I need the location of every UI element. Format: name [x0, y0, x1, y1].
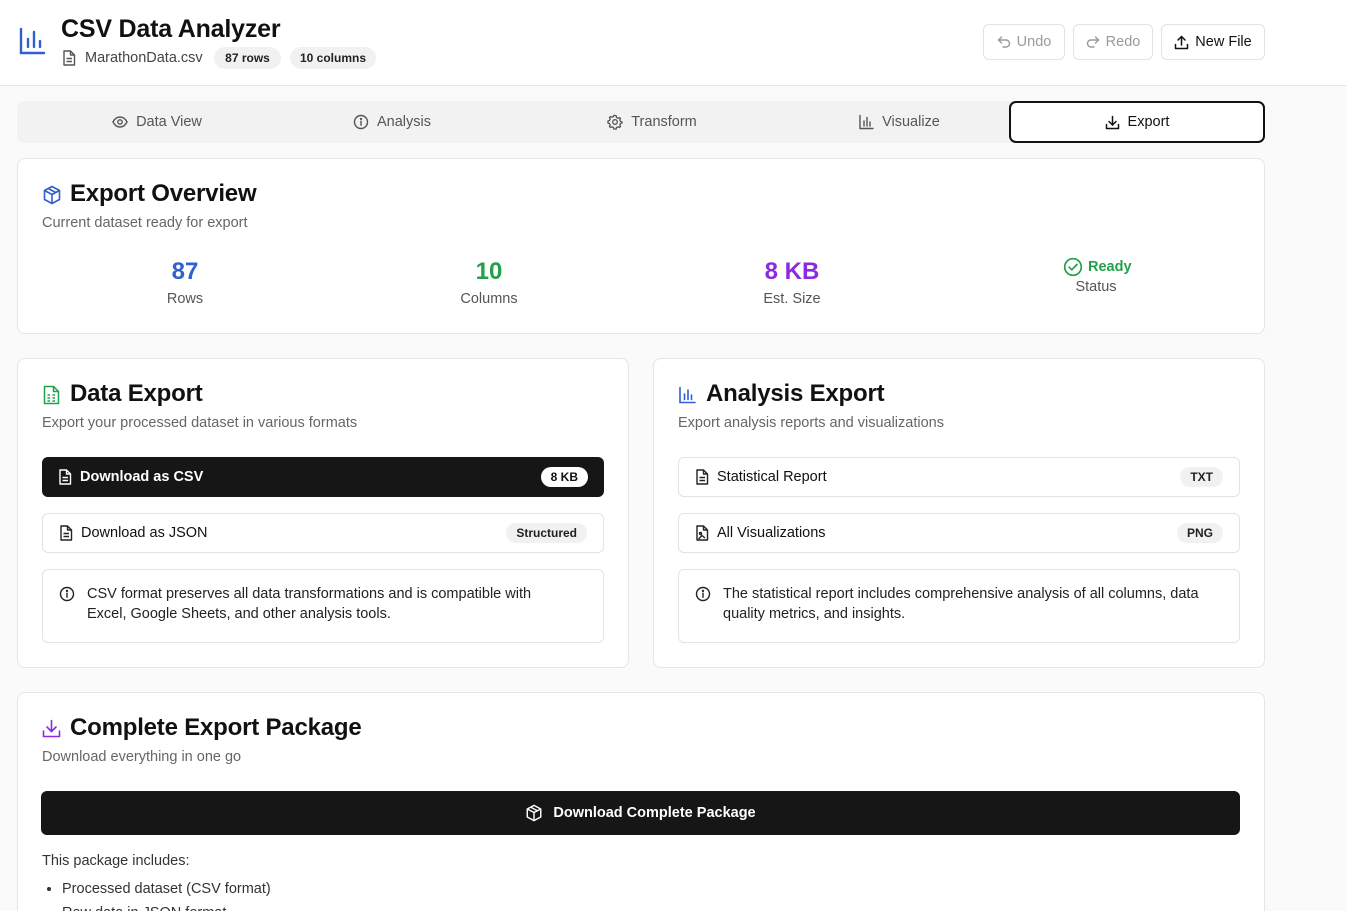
file-icon [62, 50, 76, 66]
tab-visualize[interactable]: Visualize [773, 101, 1025, 143]
bar-chart-icon [678, 386, 696, 404]
export-overview-subtitle: Current dataset ready for export [42, 215, 248, 231]
tab-analysis[interactable]: Analysis [283, 101, 501, 143]
tab-export[interactable]: Export [1009, 101, 1265, 143]
bar-chart-icon [18, 26, 46, 56]
analysis-export-subtitle: Export analysis reports and visualizatio… [678, 415, 944, 431]
tab-label: Visualize [882, 114, 940, 130]
report-info-note: The statistical report includes comprehe… [678, 569, 1240, 643]
all-visualizations-label: All Visualizations [717, 525, 826, 541]
viz-format-badge: PNG [1176, 523, 1223, 543]
status-value: Ready [1088, 259, 1132, 275]
file-icon [695, 469, 709, 485]
new-file-button[interactable]: New File [1161, 24, 1265, 60]
package-icon [42, 185, 62, 205]
new-file-label: New File [1195, 34, 1252, 50]
columns-badge: 10 columns [290, 47, 376, 69]
rows-badge: 87 rows [214, 47, 281, 69]
info-icon [695, 586, 711, 602]
tab-label: Export [1127, 114, 1170, 130]
rows-stat-value: 87 [171, 258, 199, 285]
spreadsheet-icon [43, 385, 60, 405]
complete-package-subtitle: Download everything in one go [42, 749, 242, 765]
package-icon [525, 804, 543, 822]
csv-size-badge: 8 KB [540, 467, 588, 487]
eye-icon [112, 116, 128, 128]
download-complete-package-button[interactable]: Download Complete Package [41, 791, 1240, 835]
download-csv-label: Download as CSV [80, 469, 204, 485]
list-item: Raw data in JSON format [62, 901, 271, 911]
redo-button[interactable]: Redo [1073, 24, 1153, 60]
download-icon [1105, 115, 1120, 130]
report-info-line-1: The statistical report includes comprehe… [723, 586, 1199, 602]
data-export-subtitle: Export your processed dataset in various… [42, 415, 358, 431]
columns-stat-value: 10 [475, 258, 503, 285]
download-json-label: Download as JSON [81, 525, 208, 541]
redo-label: Redo [1105, 34, 1141, 50]
complete-package-title: Complete Export Package [70, 714, 362, 741]
download-icon [42, 719, 61, 738]
all-visualizations-button[interactable]: All Visualizations PNG [678, 513, 1240, 553]
undo-button[interactable]: Undo [983, 24, 1065, 60]
bar-chart-icon [858, 114, 874, 130]
report-format-badge: TXT [1180, 467, 1223, 487]
check-circle-icon [1063, 257, 1083, 277]
redo-icon [1086, 35, 1100, 49]
tab-transform[interactable]: Transform [520, 101, 784, 143]
csv-info-note: CSV format preserves all data transforma… [42, 569, 604, 643]
size-stat-label: Est. Size [763, 291, 821, 307]
undo-label: Undo [1016, 34, 1052, 50]
csv-info-line-2: Excel, Google Sheets, and other analysis… [87, 606, 391, 622]
download-csv-button[interactable]: Download as CSV 8 KB [42, 457, 604, 497]
status-label: Status [1075, 279, 1117, 295]
tab-label: Transform [631, 114, 697, 130]
data-export-title: Data Export [70, 380, 203, 407]
statistical-report-label: Statistical Report [717, 469, 827, 485]
tab-data-view[interactable]: Data View [31, 101, 283, 143]
image-file-icon [695, 525, 709, 541]
gear-icon [607, 114, 623, 130]
report-info-line-2: quality metrics, and insights. [723, 606, 906, 622]
app-title: CSV Data Analyzer [61, 15, 281, 43]
rows-stat-label: Rows [166, 291, 204, 307]
export-overview-title: Export Overview [70, 180, 257, 207]
size-stat-value: 8 KB [764, 258, 820, 285]
csv-info-line-1: CSV format preserves all data transforma… [87, 586, 532, 602]
package-includes-list: Processed dataset (CSV format) Raw data … [42, 877, 271, 911]
json-format-badge: Structured [506, 523, 587, 543]
file-name: MarathonData.csv [85, 50, 203, 66]
info-icon [353, 114, 369, 130]
analysis-export-title: Analysis Export [706, 380, 885, 407]
tab-label: Data View [136, 114, 202, 130]
tab-label: Analysis [377, 114, 431, 130]
file-icon [58, 469, 72, 485]
upload-icon [1174, 35, 1189, 50]
columns-stat-label: Columns [460, 291, 518, 307]
undo-icon [997, 35, 1011, 49]
download-complete-package-label: Download Complete Package [553, 805, 756, 821]
status-indicator: Ready [1063, 257, 1132, 277]
package-includes-label: This package includes: [42, 853, 190, 869]
download-json-button[interactable]: Download as JSON Structured [42, 513, 604, 553]
list-item: Processed dataset (CSV format) [62, 877, 271, 901]
file-icon [59, 525, 73, 541]
info-icon [59, 586, 75, 602]
statistical-report-button[interactable]: Statistical Report TXT [678, 457, 1240, 497]
